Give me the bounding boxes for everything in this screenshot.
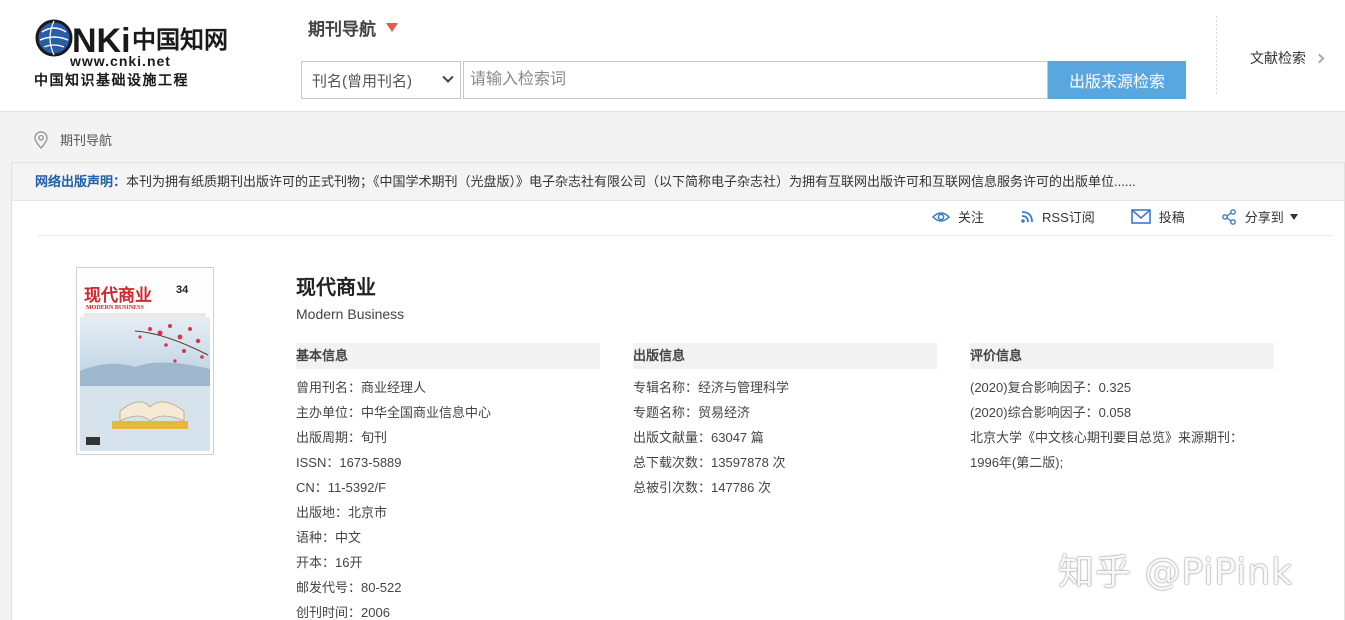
logo-url: www.cnki.net bbox=[69, 53, 171, 69]
list-item: 主办单位：中华全国商业信息中心 bbox=[296, 405, 492, 420]
breadcrumb: 期刊导航 bbox=[34, 130, 112, 149]
submit-label: 投稿 bbox=[1158, 210, 1185, 225]
chevron-down-icon bbox=[442, 71, 454, 83]
submit-manuscript-button[interactable]: 投稿 bbox=[1130, 207, 1185, 226]
evaluation-info-section: 评价信息 (2020)复合影响因子：0.325 (2020)综合影响因子：0.0… bbox=[970, 343, 1274, 475]
follow-button[interactable]: 关注 bbox=[932, 207, 984, 226]
list-item: 曾用刊名：商业经理人 bbox=[296, 380, 427, 395]
follow-label: 关注 bbox=[958, 210, 985, 225]
list-item: 语种：中文 bbox=[296, 530, 362, 545]
list-item: 出版文献量：63047 篇 bbox=[633, 430, 764, 445]
rss-icon bbox=[1021, 210, 1033, 223]
journal-nav-dropdown[interactable]: 期刊导航 bbox=[308, 15, 398, 40]
list-item: ISSN：1673-5889 bbox=[296, 455, 402, 470]
zhihu-watermark: 知乎 @PiPink bbox=[1058, 552, 1293, 593]
share-button[interactable]: 分享到 bbox=[1221, 207, 1298, 226]
evaluation-info-list: (2020)复合影响因子：0.325 (2020)综合影响因子：0.058 北京… bbox=[970, 375, 1274, 475]
cover-title-cn: 现代商业 bbox=[84, 285, 152, 306]
list-item: (2020)复合影响因子：0.325 bbox=[970, 380, 1132, 395]
search-field-select[interactable]: 刊名(曾用刊名) bbox=[301, 61, 461, 99]
basic-info-list: 曾用刊名：商业经理人 主办单位：中华全国商业信息中心 出版周期：旬刊 ISSN：… bbox=[296, 375, 600, 620]
list-item: 北京大学《中文核心期刊要目总览》来源期刊： bbox=[970, 430, 1244, 445]
journal-subtitle: Modern Business bbox=[296, 306, 405, 322]
publication-info-section: 出版信息 专辑名称：经济与管理科学 专题名称：贸易经济 出版文献量：63047 … bbox=[633, 343, 937, 500]
envelope-icon bbox=[1130, 209, 1151, 224]
source-search-button[interactable]: 出版来源检索 bbox=[1048, 61, 1186, 99]
share-icon bbox=[1221, 208, 1236, 225]
rss-button[interactable]: RSS订阅 bbox=[1020, 207, 1095, 226]
search-input[interactable] bbox=[463, 61, 1048, 99]
list-item: 创刊时间：2006 bbox=[296, 605, 390, 620]
publication-info-heading: 出版信息 bbox=[633, 343, 937, 369]
action-bar: 关注 RSS订阅 投稿 分享到 bbox=[932, 207, 1334, 226]
location-pin-icon bbox=[34, 130, 48, 149]
search-bar: 刊名(曾用刊名) 出版来源检索 bbox=[301, 61, 1186, 99]
list-item: 专辑名称：经济与管理科学 bbox=[633, 380, 790, 395]
search-field-selected: 刊名(曾用刊名) bbox=[312, 72, 412, 90]
logo-brand-chinese: 中国知网 bbox=[132, 25, 228, 54]
basic-info-section: 基本信息 曾用刊名：商业经理人 主办单位：中华全国商业信息中心 出版周期：旬刊 … bbox=[296, 343, 600, 620]
notice-text: 本刊为拥有纸质期刊出版许可的正式刊物；《中国学术期刊（光盘版）》电子杂志社有限公… bbox=[126, 174, 1136, 189]
cover-artwork: 现代商业 MODERN BUSINESS 34 bbox=[80, 271, 210, 451]
list-item: 出版周期：旬刊 bbox=[296, 430, 388, 445]
literature-search-link[interactable]: 文献检索 bbox=[1250, 48, 1325, 68]
list-item: 专题名称：贸易经济 bbox=[633, 405, 751, 420]
journal-nav-label: 期刊导航 bbox=[308, 20, 376, 39]
header-divider bbox=[1216, 16, 1217, 96]
evaluation-info-heading: 评价信息 bbox=[970, 343, 1274, 369]
caret-down-icon bbox=[1289, 213, 1298, 220]
journal-cover-image[interactable]: 现代商业 MODERN BUSINESS 34 bbox=[76, 267, 214, 455]
list-item: 出版地：北京市 bbox=[296, 505, 388, 520]
cover-title-en: MODERN BUSINESS bbox=[86, 305, 145, 311]
caret-down-icon bbox=[386, 23, 398, 32]
logo-tagline: 中国知识基础设施工程 bbox=[34, 72, 189, 89]
notice-label: 网络出版声明： bbox=[35, 174, 127, 189]
publication-notice: 网络出版声明：本刊为拥有纸质期刊出版许可的正式刊物；《中国学术期刊（光盘版）》电… bbox=[12, 163, 1344, 201]
list-item: 总下载次数：13597878 次 bbox=[633, 455, 786, 470]
breadcrumb-journal-nav[interactable]: 期刊导航 bbox=[60, 130, 112, 149]
action-bar-divider bbox=[38, 235, 1332, 236]
cover-issue: 34 bbox=[176, 284, 189, 296]
cnki-logo[interactable]: NKi 中国知网 www.cnki.net 中国知识基础设施工程 bbox=[34, 14, 244, 90]
chevron-right-icon bbox=[1314, 53, 1325, 63]
publication-info-list: 专辑名称：经济与管理科学 专题名称：贸易经济 出版文献量：63047 篇 总下载… bbox=[633, 375, 937, 500]
journal-title: 现代商业 bbox=[296, 277, 376, 299]
list-item: (2020)综合影响因子：0.058 bbox=[970, 405, 1132, 420]
rss-label: RSS订阅 bbox=[1042, 210, 1095, 225]
list-item: 1996年(第二版); bbox=[970, 455, 1064, 470]
literature-search-label: 文献检索 bbox=[1250, 50, 1306, 66]
header: NKi 中国知网 www.cnki.net 中国知识基础设施工程 期刊导航 刊名… bbox=[0, 0, 1345, 112]
list-item: CN：11-5392/F bbox=[296, 480, 387, 495]
list-item: 邮发代号：80-522 bbox=[296, 580, 402, 595]
list-item: 开本：16开 bbox=[296, 555, 363, 570]
eye-icon bbox=[932, 211, 950, 222]
basic-info-heading: 基本信息 bbox=[296, 343, 600, 369]
list-item: 总被引次数：147786 次 bbox=[633, 480, 771, 495]
share-label: 分享到 bbox=[1244, 210, 1284, 225]
